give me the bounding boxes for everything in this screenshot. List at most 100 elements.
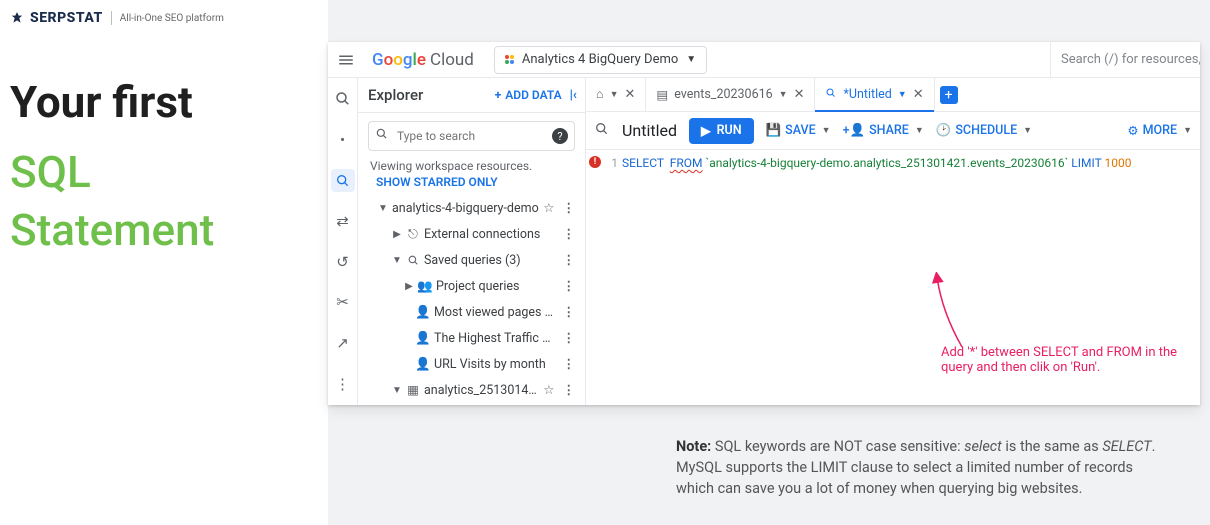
chevron-down-icon[interactable]: ▼ [390, 385, 404, 396]
close-icon[interactable]: ✕ [624, 87, 635, 102]
kebab-icon[interactable]: ⋮ [559, 252, 580, 268]
rail-settings-icon[interactable]: ⋮ [331, 372, 355, 395]
explorer-tree: ▼ analytics-4-bigquery-demo ☆ ⋮ ▶ ⎋ Exte… [358, 195, 585, 405]
star-icon[interactable]: ☆ [539, 382, 558, 398]
help-icon[interactable]: ? [552, 128, 568, 144]
tab-events[interactable]: ▤ events_20230616 ▼ ✕ [646, 78, 815, 111]
headline-line1: Your first [10, 78, 318, 126]
google-cloud-logo[interactable]: Google Cloud [364, 50, 482, 70]
kw-limit: LIMIT [1071, 156, 1101, 170]
brand-separator [111, 11, 112, 25]
tree-project[interactable]: ▼ analytics-4-bigquery-demo ☆ ⋮ [362, 195, 581, 221]
chevron-down-icon: ▼ [686, 54, 696, 65]
line-number: 1 [604, 154, 622, 170]
tree-ext-conn[interactable]: ▶ ⎋ External connections ⋮ [362, 221, 581, 247]
serpstat-logo: SERPSTAT [10, 10, 103, 26]
magnifier-icon[interactable] [594, 121, 610, 141]
rail-history-icon[interactable]: ↺ [331, 251, 355, 274]
kebab-icon[interactable]: ⋮ [559, 226, 580, 242]
tree-dataset-label[interactable]: analytics_251301421 [422, 383, 539, 398]
brand-bar: SERPSTAT All-in-One SEO platform [0, 0, 328, 30]
more-button[interactable]: ⚙MORE▼ [1127, 123, 1192, 139]
rail-transfer-icon[interactable]: ⇄ [331, 210, 355, 233]
tree-query-2[interactable]: 👤 The Highest Traffic URL ⋮ [362, 325, 581, 351]
show-starred-button[interactable]: SHOW STARRED ONLY [358, 173, 585, 195]
sql-code[interactable]: SELECT FROM `analytics-4-bigquery-demo.a… [622, 154, 1131, 170]
article-note: Note: SQL keywords are NOT case sensitiv… [676, 436, 1160, 499]
home-icon: ⌂ [596, 87, 604, 102]
article-side-panel: SERPSTAT All-in-One SEO platform Your fi… [0, 0, 328, 525]
explorer-search-input[interactable] [397, 129, 546, 143]
search-icon [375, 127, 389, 145]
global-search[interactable]: Search (/) for resources, do [1050, 42, 1200, 78]
tree-query-3-label[interactable]: URL Visits by month [432, 357, 559, 372]
note-text-1: SQL keywords are NOT case sensitive: [711, 438, 964, 455]
new-tab-button[interactable]: + [935, 78, 963, 111]
kebab-icon[interactable]: ⋮ [559, 304, 580, 320]
note-em-2: SELECT [1102, 438, 1151, 455]
schedule-button[interactable]: 🕑SCHEDULE▼ [936, 123, 1032, 138]
headline-line2b: Statement [10, 202, 318, 259]
kw-from: FROM [670, 156, 703, 170]
global-search-placeholder: Search (/) for resources, do [1061, 52, 1200, 67]
kebab-icon[interactable]: ⋮ [559, 382, 580, 398]
project-picker[interactable]: Analytics 4 BigQuery Demo ▼ [494, 46, 707, 74]
error-icon: ! [589, 156, 601, 168]
add-data-button[interactable]: + ADD DATA [495, 88, 562, 102]
chevron-right-icon[interactable]: ▶ [390, 229, 404, 240]
serpstat-icon [10, 11, 24, 25]
star-icon[interactable]: ☆ [539, 200, 558, 216]
annotation-arrow [932, 272, 972, 352]
tab-untitled[interactable]: *Untitled ▼ ✕ [815, 78, 934, 111]
tree-saved-queries[interactable]: ▼ Saved queries (3) ⋮ [362, 247, 581, 273]
tree-query-1-label[interactable]: Most viewed pages by Page ... [432, 305, 559, 320]
rail-dot-icon[interactable]: • [331, 129, 355, 152]
editor-title: Untitled [622, 121, 677, 140]
note-text-2: is the same as [1002, 438, 1103, 455]
explorer-title: Explorer [368, 86, 423, 104]
tree-table[interactable]: ▤ events_ (174) ☆ ⋮ [362, 403, 581, 405]
collapse-explorer-icon[interactable]: |‹ [570, 88, 577, 103]
tree-project-label[interactable]: analytics-4-bigquery-demo [390, 201, 539, 216]
tree-ext-conn-label[interactable]: External connections [422, 227, 559, 242]
gear-icon: ⚙ [1127, 123, 1138, 139]
connection-icon: ⎋ [404, 227, 422, 242]
tree-project-queries-label[interactable]: Project queries [434, 279, 559, 294]
tree-query-3[interactable]: 👤 URL Visits by month ⋮ [362, 351, 581, 377]
kebab-icon[interactable]: ⋮ [559, 200, 580, 216]
tree-query-1[interactable]: 👤 Most viewed pages by Page ... ⋮ [362, 299, 581, 325]
bigquery-rail: • ⇄ ↺ ✂ ↗ ⋮ [328, 78, 358, 405]
tree-project-queries[interactable]: ▶ 👥 Project queries ⋮ [362, 273, 581, 299]
rail-scheduled-icon[interactable]: ✂ [331, 291, 355, 314]
close-icon[interactable]: ✕ [913, 87, 924, 102]
share-button[interactable]: +👤SHARE▼ [843, 123, 924, 138]
tab-home[interactable]: ⌂ ▼ ✕ [586, 78, 646, 111]
chevron-down-icon[interactable]: ▼ [376, 203, 390, 214]
nav-menu-icon[interactable] [328, 51, 364, 69]
explorer-panel: Explorer + ADD DATA |‹ ? [358, 78, 586, 405]
chevron-down-icon: ▼ [898, 89, 907, 100]
tree-query-2-label[interactable]: The Highest Traffic URL [432, 331, 559, 346]
tab-events-label: events_20230616 [674, 87, 772, 102]
run-button[interactable]: ▶ RUN [689, 118, 754, 144]
note-em-1: select [964, 438, 1002, 455]
rail-bigquery-icon[interactable] [331, 88, 355, 111]
chevron-down-icon: ▼ [610, 89, 619, 100]
play-icon: ▶ [701, 123, 711, 139]
kebab-icon[interactable]: ⋮ [559, 356, 580, 372]
chevron-down-icon[interactable]: ▼ [390, 255, 404, 266]
chevron-right-icon[interactable]: ▶ [402, 281, 416, 292]
tree-saved-queries-label[interactable]: Saved queries (3) [422, 253, 559, 268]
save-button[interactable]: 💾SAVE▼ [766, 123, 831, 138]
tree-dataset[interactable]: ▼ ▦ analytics_251301421 ☆ ⋮ [362, 377, 581, 403]
explorer-search[interactable]: ? [368, 121, 575, 151]
rail-search-icon[interactable] [331, 169, 355, 192]
sql-editor[interactable]: ! 1 SELECT FROM `analytics-4-bigquery-de… [586, 150, 1200, 174]
close-icon[interactable]: ✕ [794, 87, 805, 102]
person-icon: 👤 [414, 357, 432, 372]
rail-reservation-icon[interactable]: ↗ [331, 332, 355, 355]
headline-line2a: SQL [10, 144, 318, 201]
share-icon: +👤 [843, 123, 866, 138]
kebab-icon[interactable]: ⋮ [559, 330, 580, 346]
kebab-icon[interactable]: ⋮ [559, 278, 580, 294]
